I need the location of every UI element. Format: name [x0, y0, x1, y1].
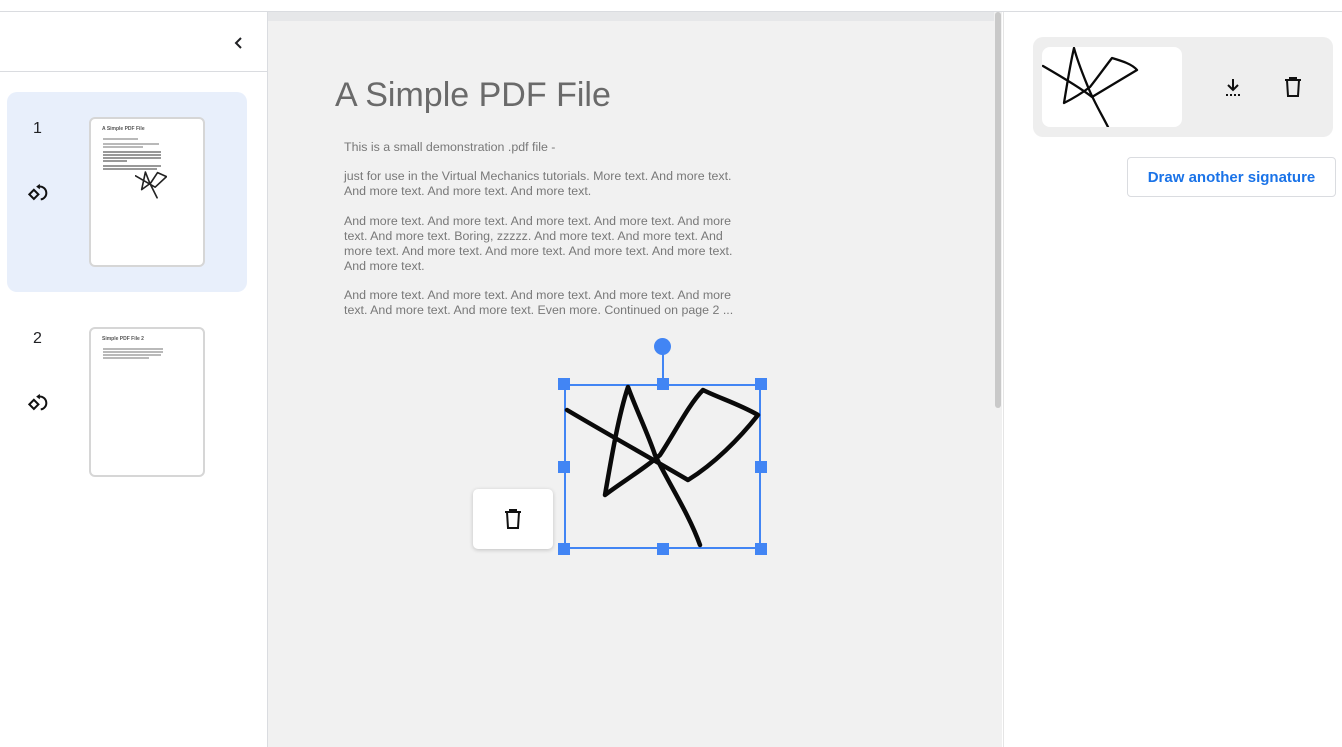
rotation-handle[interactable]: [654, 338, 671, 355]
resize-handle-bottom[interactable]: [657, 543, 669, 555]
page-thumbnail-image: A Simple PDF File: [89, 117, 205, 267]
placed-signature[interactable]: [564, 384, 761, 549]
page-thumbnail-1[interactable]: 1 A Simple PDF File: [7, 92, 247, 292]
resize-handle-bottom-left[interactable]: [558, 543, 570, 555]
rotate-page-button[interactable]: [25, 390, 51, 416]
resize-handle-bottom-right[interactable]: [755, 543, 767, 555]
page-thumbnail-2[interactable]: 2 Simple PDF File 2: [7, 302, 247, 502]
resize-handle-top-left[interactable]: [558, 378, 570, 390]
thumb-signature: [135, 171, 167, 199]
document-paragraph: just for use in the Virtual Mechanics tu…: [344, 169, 732, 198]
draw-another-signature-button[interactable]: Draw another signature: [1127, 157, 1336, 197]
delete-placed-signature-button[interactable]: [473, 489, 553, 549]
document-title: A Simple PDF File: [335, 76, 611, 114]
page-number: 2: [33, 330, 42, 347]
document-paragraph: And more text. And more text. And more t…: [344, 288, 734, 317]
resize-handle-right[interactable]: [755, 461, 767, 473]
page-number: 1: [33, 120, 42, 137]
page-thumbnails-sidebar: 1 A Simple PDF File 2 Simple PDF File 2: [0, 12, 268, 747]
rotate-left-icon: [27, 393, 48, 411]
viewer-scrollbar-thumb[interactable]: [995, 12, 1001, 408]
page-thumbnail-image: Simple PDF File 2: [89, 327, 205, 477]
viewer-scrollbar-track[interactable]: [994, 12, 1002, 747]
viewer-top-strip: [268, 12, 1002, 21]
rotate-left-icon: [27, 183, 48, 201]
top-bar: [0, 0, 1342, 12]
document-paragraph: This is a small demonstration .pdf file …: [344, 140, 556, 154]
delete-saved-signature-button[interactable]: [1278, 72, 1308, 102]
chevron-left-icon: [234, 37, 242, 49]
pdf-viewer[interactable]: A Simple PDF File This is a small demons…: [268, 12, 1002, 747]
thumb-title: A Simple PDF File: [102, 126, 145, 132]
thumb-title: Simple PDF File 2: [102, 336, 144, 342]
download-icon: [1226, 79, 1240, 96]
document-paragraph: And more text. And more text. And more t…: [344, 214, 733, 273]
saved-signature: [1042, 47, 1139, 127]
resize-handle-top-right[interactable]: [755, 378, 767, 390]
trash-icon: [505, 509, 521, 529]
signatures-panel: Draw another signature: [1003, 12, 1342, 747]
saved-signature-card: [1033, 37, 1333, 137]
saved-signature-preview[interactable]: [1042, 47, 1182, 127]
resize-handle-left[interactable]: [558, 461, 570, 473]
rotate-page-button[interactable]: [25, 180, 51, 206]
trash-icon: [1285, 77, 1301, 97]
collapse-sidebar-button[interactable]: [226, 30, 252, 56]
resize-handle-top[interactable]: [657, 378, 669, 390]
sidebar-header: [0, 12, 267, 72]
download-signature-button[interactable]: [1218, 72, 1248, 102]
